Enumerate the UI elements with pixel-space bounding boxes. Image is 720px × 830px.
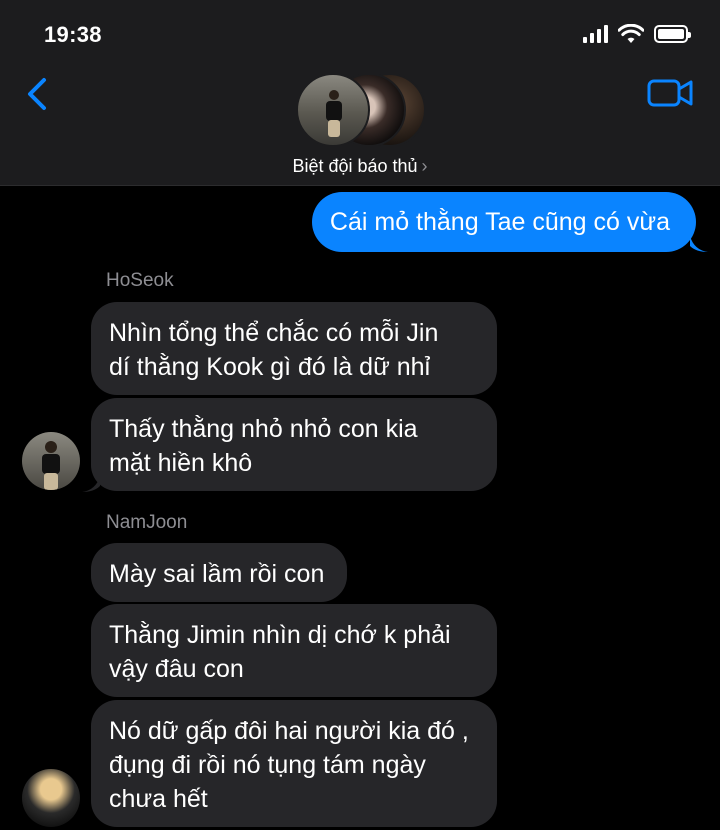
status-icons — [583, 24, 691, 44]
chevron-right-icon: › — [421, 156, 428, 176]
group-avatars[interactable] — [296, 73, 426, 147]
sender-name: HoSeok — [106, 270, 174, 291]
person-figure-icon — [42, 441, 60, 490]
message-line: Thấy thằng nhỏ nhỏ con kia — [109, 415, 418, 443]
incoming-message[interactable]: Nó dữ gấp đôi hai người kia đó , đụng đi… — [91, 700, 497, 827]
message-line: Thằng Jimin nhìn dị chớ k phải — [109, 621, 451, 649]
group-name: Biệt đội báo thủ — [292, 156, 418, 176]
battery-icon — [654, 25, 691, 43]
status-time: 19:38 — [44, 22, 102, 47]
message-line: Nó dữ gấp đôi hai người kia đó , — [109, 717, 469, 745]
sender-name: NamJoon — [106, 512, 188, 533]
hoseok-avatar[interactable] — [22, 432, 80, 490]
message-line: dí thằng Kook gì đó là dữ nhỉ — [109, 353, 431, 381]
message-line: mặt hiền khô — [109, 449, 253, 477]
member-avatar-1 — [296, 73, 370, 147]
message-line: Mày sai lầm rồi con — [109, 560, 325, 588]
conversation-header: 19:38 Biệt đội báo thủ › — [0, 0, 720, 186]
bubble-tail — [82, 476, 100, 492]
message-line: đụng đi rồi nó tụng tám ngày — [109, 751, 426, 779]
bubble-tail — [690, 236, 708, 252]
message-line: Nhìn tổng thể chắc có mỗi Jin — [109, 319, 439, 347]
back-chevron-icon[interactable] — [22, 74, 54, 114]
incoming-message[interactable]: Thấy thằng nhỏ nhỏ con kia mặt hiền khô — [91, 398, 497, 491]
cellular-signal-icon — [583, 25, 608, 43]
incoming-message[interactable]: Mày sai lầm rồi con — [91, 543, 347, 602]
wifi-icon — [618, 24, 644, 43]
message-line: chưa hết — [109, 785, 208, 813]
outgoing-message[interactable]: Cái mỏ thằng Tae cũng có vừa — [311, 192, 696, 252]
person-figure-icon — [326, 90, 342, 137]
video-call-icon[interactable] — [646, 76, 694, 110]
namjoon-avatar[interactable] — [22, 769, 80, 827]
group-name-link[interactable]: Biệt đội báo thủ › — [0, 156, 720, 177]
message-line: vậy đâu con — [109, 655, 244, 683]
incoming-message[interactable]: Nhìn tổng thể chắc có mỗi Jin dí thằng K… — [91, 302, 497, 395]
incoming-message[interactable]: Thằng Jimin nhìn dị chớ k phải vậy đâu c… — [91, 604, 497, 697]
